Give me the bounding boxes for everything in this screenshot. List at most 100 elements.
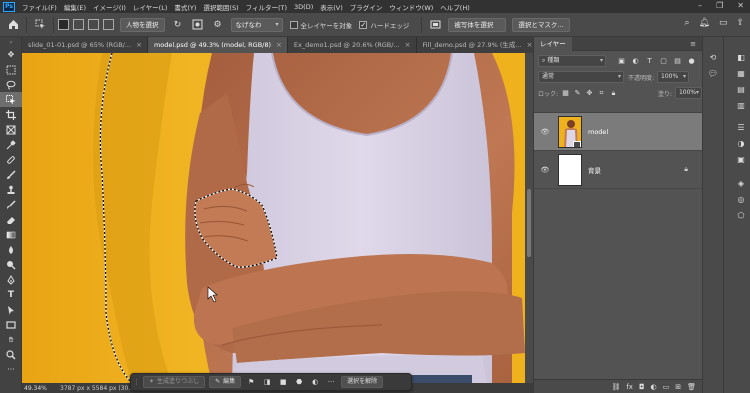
path-selection-tool-icon[interactable] — [0, 302, 22, 317]
fill-icon[interactable]: ⬣ — [293, 376, 305, 388]
minimize-icon[interactable]: – — [698, 1, 702, 10]
blur-tool-icon[interactable] — [0, 242, 22, 257]
lock-all-icon[interactable]: 🔒︎ — [609, 88, 618, 99]
menu-3d[interactable]: 3D(D) — [294, 3, 313, 11]
menu-window[interactable]: ウィンドウ(W) — [389, 2, 433, 12]
history-panel-icon[interactable]: ⟲ — [707, 51, 719, 63]
link-layers-icon[interactable]: ⛓ — [611, 383, 620, 391]
workspace-icon[interactable]: ▭ — [719, 18, 728, 28]
photoshop-logo-icon[interactable]: Ps — [3, 1, 15, 12]
delete-layer-icon[interactable]: 🗑︎ — [687, 383, 696, 391]
bell-icon[interactable]: 🔔︎ — [699, 18, 710, 28]
add-to-selection-icon[interactable] — [73, 19, 84, 30]
menu-file[interactable]: ファイル(F) — [22, 2, 57, 12]
blend-mode-dropdown[interactable]: 通常 — [538, 71, 624, 83]
canvas-vertical-scrollbar[interactable] — [525, 53, 533, 383]
all-layers-checkbox[interactable]: 全レイヤーを対象 — [289, 20, 352, 30]
menu-select[interactable]: 選択範囲(S) — [203, 2, 238, 12]
mask-icon[interactable]: ■ — [277, 376, 289, 388]
generative-fill-button[interactable]: ✦ 生成塗りつぶし — [143, 376, 206, 388]
add-mask-icon[interactable]: ◘ — [639, 383, 645, 391]
type-tool-icon[interactable]: T — [0, 287, 22, 302]
close-tab-icon[interactable]: × — [276, 37, 282, 53]
drag-handle-icon[interactable]: ⋮ — [133, 378, 140, 386]
menu-type[interactable]: 書式(Y) — [174, 2, 196, 12]
gear-icon[interactable]: ⚙ — [211, 18, 225, 32]
doc-tab-ex-demo[interactable]: Ex_demo1.psd @ 20.6% (RGB/... × — [287, 37, 417, 53]
marquee-tool-icon[interactable] — [0, 62, 22, 77]
toolbar-collapse-icon[interactable]: » — [0, 37, 22, 47]
layers-panel-icon[interactable]: ◈ — [735, 177, 747, 189]
eraser-tool-icon[interactable] — [0, 212, 22, 227]
modify-selection-button[interactable]: ✎ 編集 — [209, 376, 242, 388]
layer-name[interactable]: model — [588, 128, 608, 136]
close-tab-icon[interactable]: × — [136, 37, 142, 53]
history-brush-tool-icon[interactable] — [0, 197, 22, 212]
new-layer-icon[interactable]: ⊞ — [675, 383, 681, 391]
doc-tab-slide[interactable]: slide_01-01.psd @ 65% (RGB/... × — [22, 37, 148, 53]
doc-tab-model[interactable]: model.psd @ 49.3% (model, RGB/8) × — [147, 37, 288, 53]
home-icon[interactable] — [6, 18, 20, 32]
menu-plugins[interactable]: プラグイン — [350, 2, 383, 12]
filter-pixel-icon[interactable]: ▣ — [616, 56, 627, 67]
dodge-tool-icon[interactable] — [0, 257, 22, 272]
doc-tab-fill-demo[interactable]: Fill_demo.psd @ 27.9% (生成... × — [416, 37, 539, 53]
share-icon[interactable]: ⇪ — [736, 18, 744, 28]
adjust-icon[interactable]: ◐ — [309, 376, 321, 388]
overlay-icon[interactable] — [191, 18, 205, 32]
more-options-icon[interactable]: ··· — [325, 376, 337, 388]
intersect-selection-icon[interactable] — [103, 19, 114, 30]
new-selection-icon[interactable] — [58, 19, 69, 30]
sample-all-icon[interactable] — [428, 18, 442, 32]
comments-panel-icon[interactable]: 💬︎ — [707, 67, 719, 79]
group-icon[interactable]: ▭ — [663, 383, 670, 391]
layers-tab[interactable]: レイヤー — [534, 36, 572, 51]
menu-image[interactable]: イメージ(I) — [93, 2, 126, 12]
close-icon[interactable]: ✕ — [737, 1, 744, 10]
channels-panel-icon[interactable]: ◎ — [735, 193, 747, 205]
subtract-selection-icon[interactable] — [88, 19, 99, 30]
close-tab-icon[interactable]: × — [527, 37, 533, 53]
object-selection-tool-icon[interactable] — [0, 92, 22, 107]
healing-brush-tool-icon[interactable] — [0, 152, 22, 167]
document-canvas[interactable] — [22, 53, 525, 383]
filter-adjustment-icon[interactable]: ◐ — [630, 56, 641, 67]
deselect-button[interactable]: 選択を解除 — [341, 376, 384, 388]
lock-transparent-icon[interactable]: ▦ — [561, 88, 570, 99]
layer-row-model[interactable]: 👁︎ model — [534, 113, 702, 151]
panel-menu-icon[interactable]: ≡ — [690, 40, 696, 48]
lock-position-icon[interactable]: ✥ — [585, 88, 594, 99]
checkbox-box[interactable] — [359, 20, 368, 29]
lock-artboard-icon[interactable]: ⌗ — [597, 88, 606, 99]
checkbox-box[interactable] — [289, 20, 298, 29]
menu-filter[interactable]: フィルター(T) — [246, 2, 287, 12]
adjustment-layer-icon[interactable]: ◐ — [651, 383, 657, 391]
search-icon[interactable]: ⌕ — [684, 18, 689, 28]
filter-kind-dropdown[interactable]: ⌕ 種類 — [538, 55, 606, 67]
zoom-tool-icon[interactable] — [0, 347, 22, 362]
invert-icon[interactable]: ◨ — [261, 376, 273, 388]
swatches-panel-icon[interactable]: ▦ — [735, 67, 747, 79]
scrollbar-thumb[interactable] — [527, 189, 531, 257]
zoom-level[interactable]: 49.34% — [24, 385, 54, 392]
crop-tool-icon[interactable] — [0, 107, 22, 122]
filter-shape-icon[interactable]: ▢ — [658, 56, 669, 67]
move-tool-icon[interactable]: ✥ — [0, 47, 22, 62]
lasso-tool-icon[interactable] — [0, 77, 22, 92]
filter-type-icon[interactable]: T — [644, 56, 655, 67]
menu-help[interactable]: ヘルプ(H) — [440, 2, 469, 12]
menu-layer[interactable]: レイヤー(L) — [133, 2, 168, 12]
color-panel-icon[interactable]: ◧ — [735, 51, 747, 63]
opacity-field[interactable]: 100% — [657, 71, 690, 83]
mode-dropdown[interactable]: なげなわ — [230, 17, 283, 32]
frame-tool-icon[interactable] — [0, 122, 22, 137]
gradient-tool-icon[interactable] — [0, 227, 22, 242]
pen-tool-icon[interactable] — [0, 272, 22, 287]
layer-row-background[interactable]: 👁︎ 背景 🔒︎ — [534, 151, 702, 189]
layer-style-icon[interactable]: fx — [626, 383, 633, 391]
object-select-tool-icon[interactable] — [33, 18, 47, 32]
visibility-eye-icon[interactable]: 👁︎ — [538, 128, 552, 136]
visibility-eye-icon[interactable]: 👁︎ — [538, 166, 552, 174]
clone-stamp-tool-icon[interactable] — [0, 182, 22, 197]
properties-panel-icon[interactable]: ☰ — [735, 121, 747, 133]
